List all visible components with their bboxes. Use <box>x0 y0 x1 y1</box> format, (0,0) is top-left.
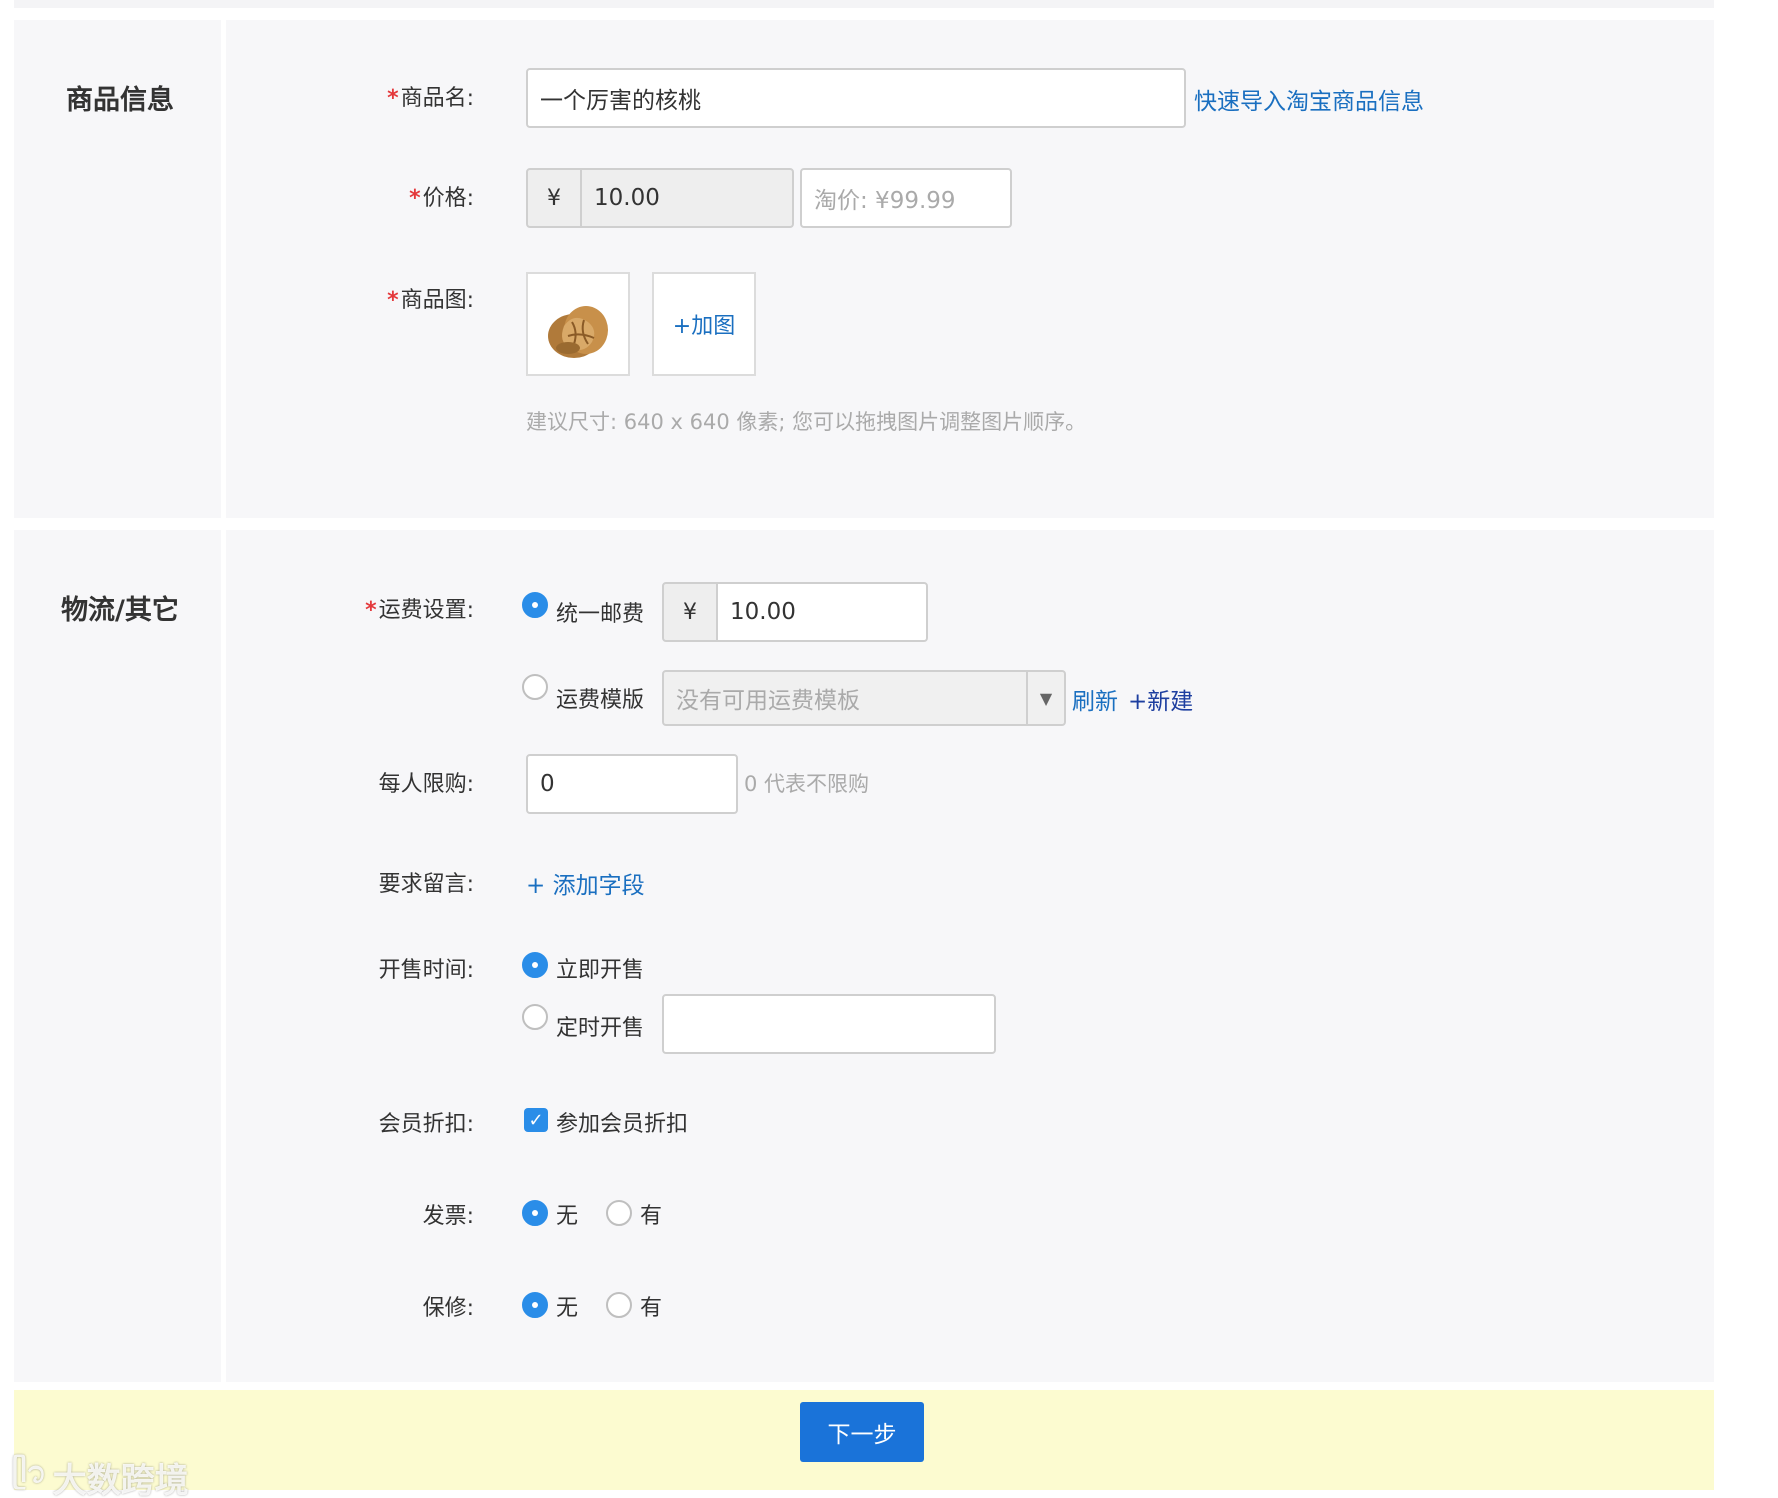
invoice-label: 发票: <box>422 1204 474 1229</box>
shipping-template-select[interactable]: 没有可用运费模板 ▼ <box>662 670 1066 726</box>
currency-addon: ¥ <box>526 168 582 228</box>
member-discount-checkbox[interactable]: ✓ <box>524 1108 548 1132</box>
top-divider <box>14 0 1714 8</box>
limit-label: 每人限购: <box>378 772 474 797</box>
section-title-product: 商品信息 <box>66 85 174 116</box>
warranty-yes-radio[interactable] <box>606 1292 632 1318</box>
next-step-button[interactable]: 下一步 <box>800 1402 924 1462</box>
sale-time-label: 开售时间: <box>378 958 474 983</box>
image-size-hint: 建议尺寸: 640 x 640 像素; 您可以拖拽图片调整图片顺序。 <box>526 410 1087 434</box>
shipping-label: *运费设置: <box>365 598 474 623</box>
walnut-image <box>548 306 608 358</box>
warranty-yes-label: 有 <box>640 1296 663 1321</box>
sale-scheduled-radio[interactable] <box>522 1004 548 1030</box>
template-shipping-label: 运费模版 <box>556 688 645 713</box>
page: 商品信息 *商品名: 一个厉害的核桃 快速导入淘宝商品信息 *价格: ¥ 10.… <box>0 0 1778 1498</box>
shipping-template-value: 没有可用运费模板 <box>676 688 860 714</box>
discount-label: 会员折扣: <box>378 1112 474 1137</box>
watermark: ᥫ᭡ 大数跨境 <box>12 1450 189 1498</box>
invoice-no-radio[interactable] <box>522 1200 548 1226</box>
purchase-limit-input[interactable]: 0 <box>526 754 738 814</box>
sale-now-label: 立即开售 <box>556 958 645 983</box>
required-mark: * <box>365 598 377 623</box>
purchase-limit-hint: 0 代表不限购 <box>744 772 870 796</box>
sale-time-input[interactable] <box>662 994 996 1054</box>
add-image-button[interactable]: +加图 <box>652 272 756 376</box>
warranty-no-label: 无 <box>556 1296 579 1321</box>
currency-addon: ¥ <box>662 582 718 642</box>
warranty-no-radio[interactable] <box>522 1292 548 1318</box>
message-label: 要求留言: <box>378 872 474 897</box>
image-label: *商品图: <box>387 288 474 313</box>
product-image-thumb[interactable] <box>526 272 630 376</box>
uniform-shipping-input[interactable]: 10.00 <box>716 582 928 642</box>
sale-scheduled-label: 定时开售 <box>556 1016 645 1041</box>
required-mark: * <box>409 186 421 211</box>
warranty-label: 保修: <box>422 1296 474 1321</box>
add-field-link[interactable]: + 添加字段 <box>526 866 645 900</box>
price-label: *价格: <box>409 186 474 211</box>
taobao-price-input[interactable]: 淘价: ¥99.99 <box>800 168 1012 228</box>
invoice-no-label: 无 <box>556 1204 579 1229</box>
import-taobao-link[interactable]: 快速导入淘宝商品信息 <box>1194 82 1424 116</box>
chevron-down-icon: ▼ <box>1026 672 1064 724</box>
uniform-shipping-label: 统一邮费 <box>556 602 645 627</box>
sale-now-radio[interactable] <box>522 952 548 978</box>
invoice-yes-radio[interactable] <box>606 1200 632 1226</box>
required-mark: * <box>387 86 399 111</box>
logistics-section: 物流/其它 *运费设置: 统一邮费 ¥ 10.00 运费模版 没有可用运费模板 … <box>14 530 1714 1382</box>
watermark-logo-icon: ᥫ᭡ <box>12 1455 47 1490</box>
section-sidebar <box>14 530 226 1382</box>
product-name-input[interactable]: 一个厉害的核桃 <box>526 68 1186 128</box>
add-image-label: +加图 <box>672 314 736 339</box>
refresh-link[interactable]: 刷新 <box>1072 682 1118 716</box>
member-discount-label: 参加会员折扣 <box>556 1112 689 1137</box>
product-info-section: 商品信息 *商品名: 一个厉害的核桃 快速导入淘宝商品信息 *价格: ¥ 10.… <box>14 20 1714 518</box>
required-mark: * <box>387 288 399 313</box>
uniform-shipping-radio[interactable] <box>522 592 548 618</box>
new-template-link[interactable]: +新建 <box>1128 682 1193 716</box>
watermark-text: 大数跨境 <box>52 1460 189 1498</box>
price-input[interactable]: 10.00 <box>580 168 794 228</box>
section-title-logistics: 物流/其它 <box>61 595 179 626</box>
name-label: *商品名: <box>387 86 474 111</box>
template-shipping-radio[interactable] <box>522 674 548 700</box>
invoice-yes-label: 有 <box>640 1204 663 1229</box>
